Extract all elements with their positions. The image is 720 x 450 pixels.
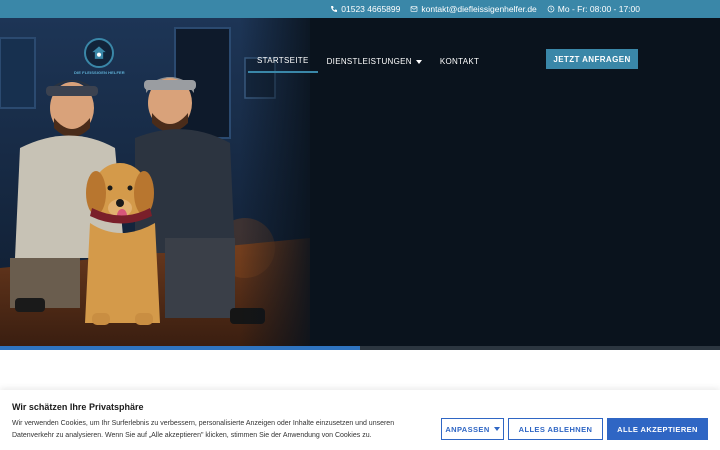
envelope-icon <box>411 6 418 12</box>
chevron-down-icon <box>415 59 422 64</box>
cookie-banner: Wir schätzen Ihre Privatsphäre Wir verwe… <box>0 390 720 450</box>
phone-number: 01523 4665899 <box>341 4 401 14</box>
main-nav: STARTSEITE DIENSTLEISTUNGEN KONTAKT <box>248 52 488 73</box>
nav-label: STARTSEITE <box>257 56 309 65</box>
slider-progress-fill <box>0 346 360 350</box>
cookie-text: Wir verwenden Cookies, um Ihr Surferlebn… <box>12 420 395 439</box>
nav-label: KONTAKT <box>439 57 480 66</box>
reject-all-button[interactable]: ALLES ABLEHNEN <box>508 418 603 440</box>
nav-item-dienstleistungen[interactable]: DIENSTLEISTUNGEN <box>318 52 431 73</box>
topbar: 01523 4665899 kontakt@diefleissigenhelfe… <box>0 0 720 18</box>
slider-progress-bar <box>0 346 720 350</box>
nav-label: DIENSTLEISTUNGEN <box>326 57 412 66</box>
opening-hours: Mo - Fr: 08:00 - 17:00 <box>557 4 640 14</box>
request-quote-button[interactable]: JETZT ANFRAGEN <box>546 49 638 69</box>
helper-logo-icon <box>92 46 106 59</box>
customize-label: ANPASSEN <box>445 424 490 434</box>
nav-item-kontakt[interactable]: KONTAKT <box>431 52 488 73</box>
email-address: kontakt@diefleissigenhelfer.de <box>421 4 537 14</box>
accept-all-button[interactable]: ALLE AKZEPTIEREN <box>607 418 708 440</box>
topbar-phone[interactable]: 01523 4665899 <box>330 4 400 14</box>
clock-icon <box>547 5 555 13</box>
site-logo[interactable]: DIE FLEISSIGEN HELFER <box>74 38 125 78</box>
chevron-down-icon <box>493 427 500 431</box>
nav-item-startseite[interactable]: STARTSEITE <box>248 52 318 73</box>
logo-badge <box>84 38 114 68</box>
cookie-title: Wir schätzen Ihre Privatsphäre <box>12 402 144 412</box>
hero-section: DIE FLEISSIGEN HELFER STARTSEITE DIENSTL… <box>0 18 720 346</box>
logo-text: DIE FLEISSIGEN HELFER <box>74 70 125 75</box>
phone-icon <box>331 6 338 12</box>
topbar-hours: Mo - Fr: 08:00 - 17:00 <box>547 4 640 14</box>
customize-cookies-button[interactable]: ANPASSEN <box>441 418 504 440</box>
topbar-email[interactable]: kontakt@diefleissigenhelfer.de <box>410 4 537 14</box>
